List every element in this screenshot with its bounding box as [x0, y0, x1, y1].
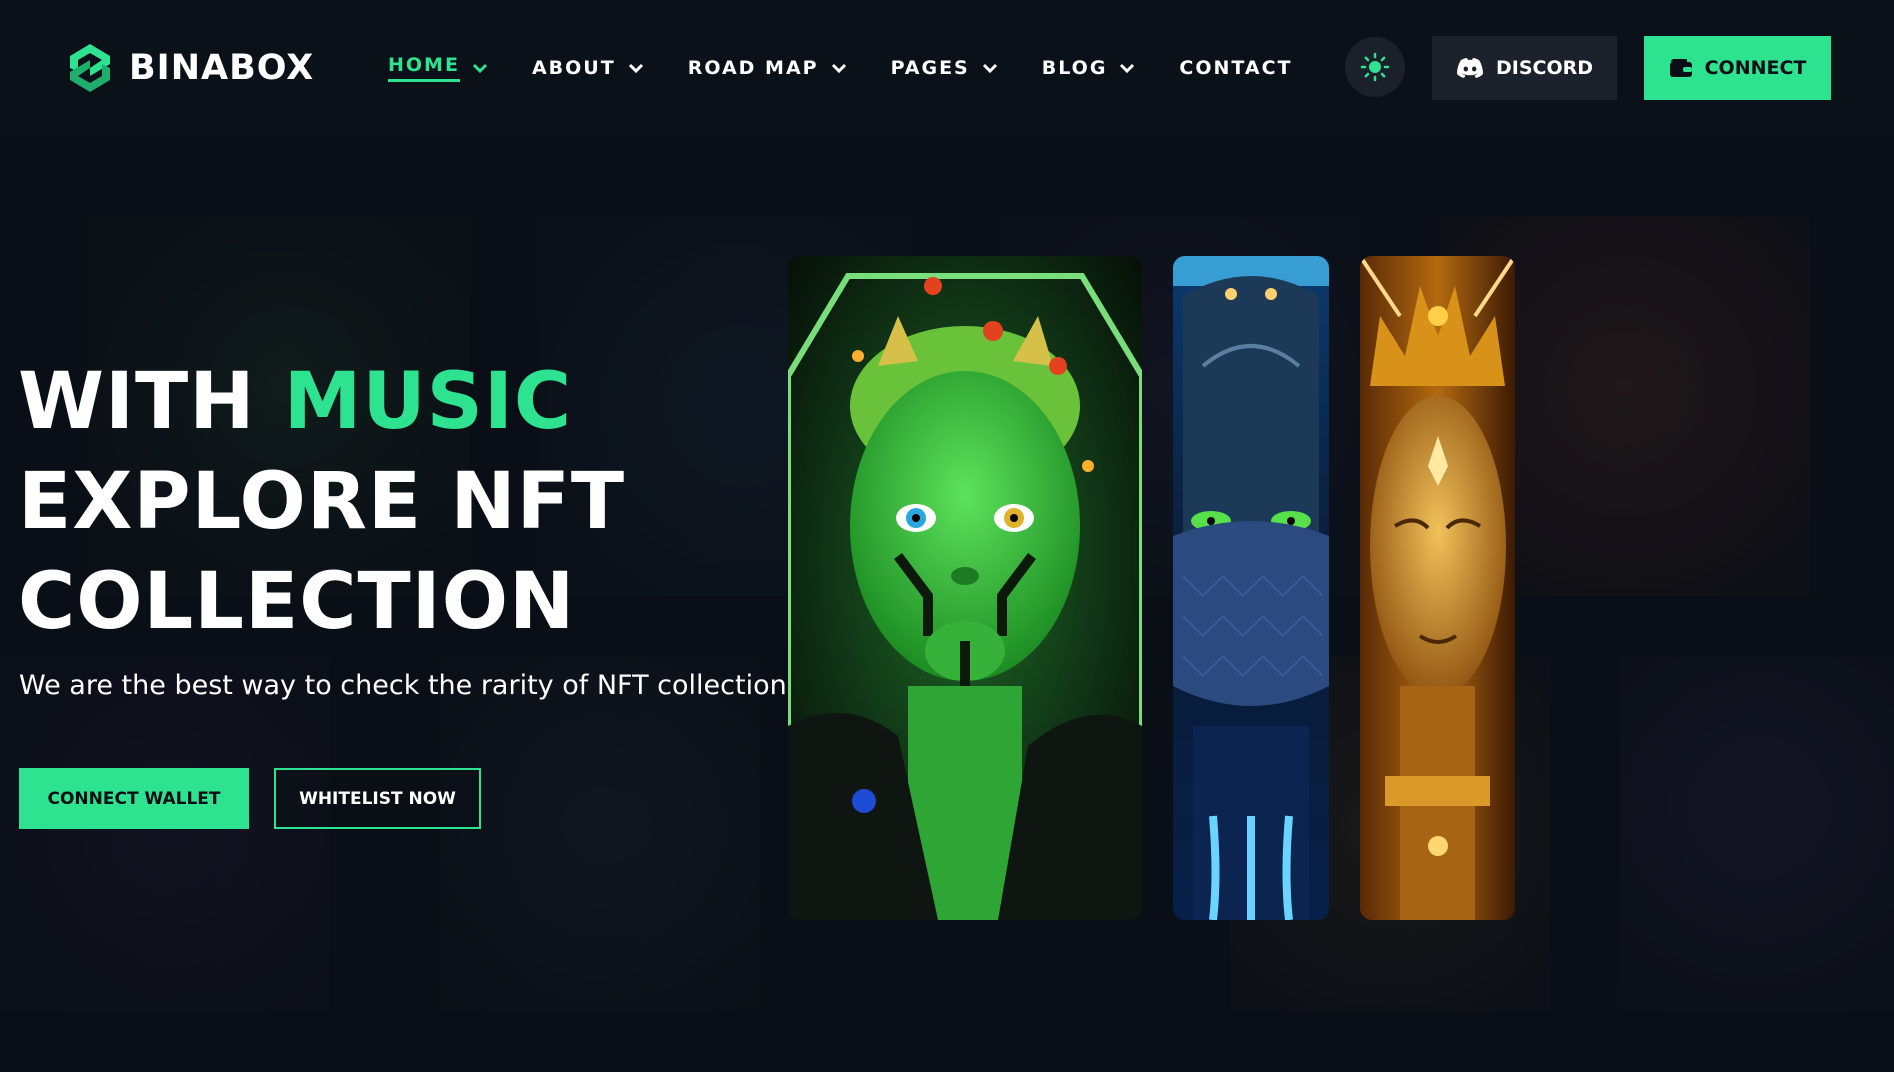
connect-wallet-button[interactable]: CONNECT WALLET	[19, 768, 249, 829]
chevron-down-icon	[472, 63, 488, 74]
whitelist-now-button[interactable]: WHITELIST NOW	[274, 768, 481, 829]
theme-toggle-button[interactable]	[1345, 37, 1405, 97]
discord-icon	[1456, 58, 1483, 78]
nft-card-blue[interactable]	[1173, 256, 1329, 920]
nav-item-road-map[interactable]: ROAD MAP	[688, 57, 847, 79]
blue-masked-nft-image	[1173, 256, 1329, 920]
wallet-icon	[1669, 59, 1692, 77]
hero-subtitle: We are the best way to check the rarity …	[19, 670, 787, 701]
main-nav: HOME ABOUT ROAD MAP PAGES BLOG CONTACT	[388, 54, 1337, 82]
green-alien-nft-image	[788, 256, 1142, 920]
chevron-down-icon	[628, 63, 643, 74]
brand-name: BINABOX	[129, 48, 315, 88]
nav-item-blog[interactable]: BLOG	[1042, 57, 1136, 79]
nav-item-label: BLOG	[1041, 57, 1108, 79]
nav-item-label: HOME	[388, 54, 460, 82]
discord-button-label: DISCORD	[1495, 57, 1594, 79]
nav-item-home[interactable]: HOME	[388, 54, 488, 82]
brand-logo[interactable]: BINABOX	[66, 42, 314, 94]
site-header: BINABOX HOME ABOUT ROAD MAP PAGES BLOG C…	[0, 0, 1894, 136]
hero-title-accent: MUSIC	[283, 357, 573, 447]
nav-item-label: CONTACT	[1179, 57, 1293, 79]
nft-card-green[interactable]	[788, 256, 1142, 920]
nft-card-gold[interactable]	[1360, 256, 1515, 920]
nav-item-about[interactable]: ABOUT	[532, 57, 644, 79]
hero-bottom-band	[0, 1010, 1894, 1072]
chevron-down-icon	[831, 63, 846, 74]
chevron-down-icon	[982, 63, 997, 74]
discord-button[interactable]: DISCORD	[1432, 36, 1617, 100]
nav-item-contact[interactable]: CONTACT	[1179, 57, 1292, 79]
nav-item-label: ROAD MAP	[687, 57, 819, 79]
nav-item-label: ABOUT	[531, 57, 616, 79]
hero-title: WITH MUSIC EXPLORE NFT COLLECTION	[18, 352, 758, 652]
hero-title-line3: COLLECTION	[18, 557, 576, 647]
hero-title-line2: EXPLORE NFT	[18, 457, 626, 547]
connect-button-label: CONNECT	[1704, 57, 1807, 79]
gold-crowned-nft-image	[1360, 256, 1515, 920]
nav-item-label: PAGES	[890, 57, 970, 79]
connect-button[interactable]: CONNECT	[1644, 36, 1831, 100]
logo-mark-icon	[70, 44, 110, 92]
nav-item-pages[interactable]: PAGES	[891, 57, 998, 79]
sun-icon	[1360, 52, 1390, 82]
chevron-down-icon	[1120, 63, 1135, 74]
hero-title-plain: WITH	[18, 357, 256, 447]
